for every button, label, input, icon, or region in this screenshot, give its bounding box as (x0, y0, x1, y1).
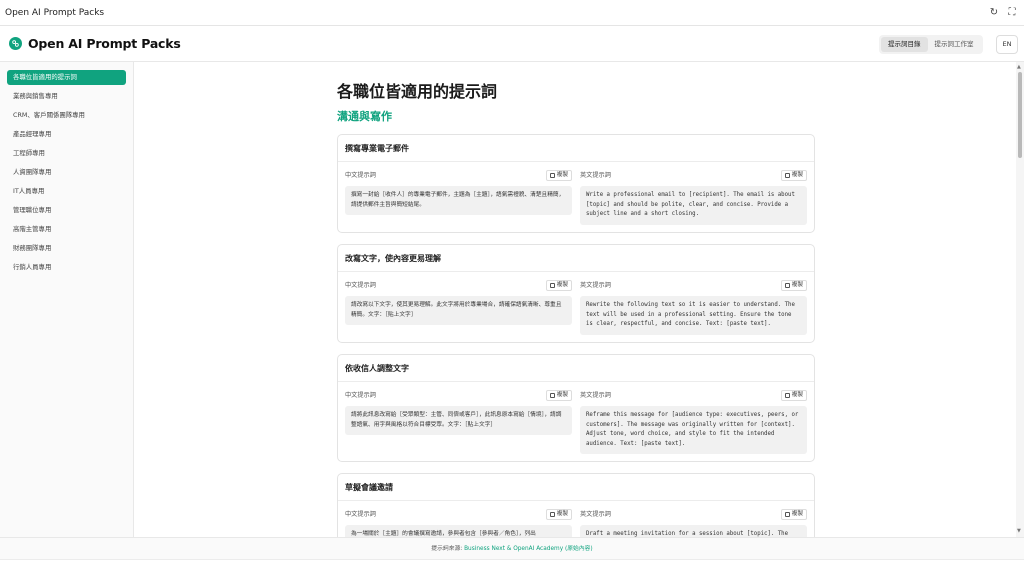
zh-prompt-text: 請將此訊息改寫給［受眾類型：主管、同儕或客戶］，此訊息原本寫給［情境］，請調整語… (345, 406, 572, 436)
copy-zh-button[interactable]: 複製 (545, 509, 572, 520)
zh-prompt-column: 中文提示詞 複製 請將此訊息改寫給［受眾類型：主管、同儕或客戶］，此訊息原本寫給… (345, 390, 572, 436)
zh-prompt-text: 為一場關於［主題］的會議撰寫邀請，參與者包含［參與者／角色］，列出 (345, 525, 572, 537)
en-prompt-column: 英文提示詞 複製 Reframe this message for [audie… (580, 390, 807, 455)
window-title: Open AI Prompt Packs (5, 7, 105, 18)
bottom-strip (0, 559, 1024, 576)
sidebar-item-sales[interactable]: 業務與銷售專用 (7, 89, 126, 104)
prompt-card: 草擬會議邀請 中文提示詞 複製 為一場關於［主題］的會議撰寫邀請，參與者包含［參… (337, 473, 815, 537)
prompt-card: 撰寫專業電子郵件 中文提示詞 複製 撰寫一封給［收件人］的專業電子郵件，主題為［… (337, 134, 815, 233)
fullscreen-icon[interactable]: ⛶ (1006, 7, 1018, 19)
en-prompt-text: Rewrite the following text so it is easi… (580, 296, 807, 335)
zh-label: 中文提示詞 (345, 282, 376, 289)
main-scrollbar[interactable]: ▲ ▼ (1016, 62, 1024, 537)
sidebar-item-management[interactable]: 管理職位專用 (7, 203, 126, 218)
scroll-thumb[interactable] (1018, 72, 1022, 158)
card-title: 草擬會議邀請 (338, 474, 814, 501)
footer-source-label: 提示詞來源: (431, 546, 465, 552)
en-label: 英文提示詞 (580, 282, 611, 289)
reload-icon[interactable]: ↻ (988, 7, 1000, 19)
prompt-card: 改寫文字，使內容更易理解 中文提示詞 複製 請改寫以下文字，使其更易理解。此文字… (337, 244, 815, 343)
window-titlebar: Open AI Prompt Packs ↻ ⛶ (0, 0, 1024, 26)
en-prompt-text: Reframe this message for [audience type:… (580, 406, 807, 455)
zh-prompt-text: 請改寫以下文字，使其更易理解。此文字將用於專業場合，請確保語氣清晰、尊重且精簡。… (345, 296, 572, 326)
sidebar: 各職位皆適用的提示詞 業務與銷售專用 CRM、客戶關係團隊專用 產品經理專用 工… (0, 62, 134, 537)
scroll-down-icon[interactable]: ▼ (1017, 528, 1021, 534)
scroll-up-icon[interactable]: ▲ (1017, 64, 1021, 70)
openai-logo-icon (9, 37, 22, 50)
card-title: 撰寫專業電子郵件 (338, 135, 814, 162)
copy-icon (784, 512, 790, 517)
en-prompt-text: Draft a meeting invitation for a session… (580, 525, 807, 537)
language-toggle-button[interactable]: EN (996, 35, 1018, 54)
sidebar-item-it[interactable]: IT人員專用 (7, 184, 126, 199)
zh-label: 中文提示詞 (345, 511, 376, 518)
prompt-card: 依收信人調整文字 中文提示詞 複製 請將此訊息改寫給［受眾類型：主管、同儕或客戶… (337, 354, 815, 462)
section-title: 溝通與寫作 (337, 110, 392, 123)
copy-en-button[interactable]: 複製 (780, 509, 807, 520)
app-brand: Open AI Prompt Packs (28, 36, 181, 51)
app-header: Open AI Prompt Packs 提示詞目錄 提示詞工作室 EN (0, 26, 1024, 62)
sidebar-item-hr[interactable]: 人資團隊專用 (7, 165, 126, 180)
zh-prompt-column: 中文提示詞 複製 請改寫以下文字，使其更易理解。此文字將用於專業場合，請確保語氣… (345, 280, 572, 326)
zh-label: 中文提示詞 (345, 392, 376, 399)
copy-icon (549, 393, 555, 398)
sidebar-item-product-manager[interactable]: 產品經理專用 (7, 127, 126, 142)
en-label: 英文提示詞 (580, 172, 611, 179)
copy-icon (784, 393, 790, 398)
tab-prompt-catalog[interactable]: 提示詞目錄 (881, 37, 928, 52)
copy-zh-button[interactable]: 複製 (545, 170, 572, 181)
copy-en-button[interactable]: 複製 (780, 170, 807, 181)
main-content: 各職位皆適用的提示詞 溝通與寫作 撰寫專業電子郵件 中文提示詞 複製 撰寫一封給… (135, 62, 1016, 537)
copy-zh-button[interactable]: 複製 (545, 390, 572, 401)
en-prompt-column: 英文提示詞 複製 Draft a meeting invitation for … (580, 509, 807, 537)
card-title: 改寫文字，使內容更易理解 (338, 245, 814, 272)
zh-prompt-text: 撰寫一封給［收件人］的專業電子郵件，主題為［主題］，語氣需禮貌、清楚且精簡，請提… (345, 186, 572, 216)
copy-icon (549, 283, 555, 288)
sidebar-item-finance[interactable]: 財務團隊專用 (7, 241, 126, 256)
sidebar-item-executive[interactable]: 高階主管專用 (7, 222, 126, 237)
copy-icon (784, 173, 790, 178)
copy-icon (784, 283, 790, 288)
zh-prompt-column: 中文提示詞 複製 為一場關於［主題］的會議撰寫邀請，參與者包含［參與者／角色］，… (345, 509, 572, 537)
footer-source-link[interactable]: Business Next & OpenAI Academy (原始內容) (464, 546, 593, 552)
zh-label: 中文提示詞 (345, 172, 376, 179)
copy-en-button[interactable]: 複製 (780, 280, 807, 291)
copy-icon (549, 173, 555, 178)
en-label: 英文提示詞 (580, 511, 611, 518)
sidebar-item-crm[interactable]: CRM、客戶關係團隊專用 (7, 108, 126, 123)
page-title: 各職位皆適用的提示詞 (337, 82, 498, 101)
en-prompt-column: 英文提示詞 複製 Write a professional email to [… (580, 170, 807, 225)
en-label: 英文提示詞 (580, 392, 611, 399)
card-title: 依收信人調整文字 (338, 355, 814, 382)
tab-prompt-studio[interactable]: 提示詞工作室 (928, 37, 981, 52)
sidebar-item-all-roles[interactable]: 各職位皆適用的提示詞 (7, 70, 126, 85)
copy-icon (549, 512, 555, 517)
copy-en-button[interactable]: 複製 (780, 390, 807, 401)
view-switcher: 提示詞目錄 提示詞工作室 (879, 35, 983, 54)
sidebar-item-engineer[interactable]: 工程師專用 (7, 146, 126, 161)
copy-zh-button[interactable]: 複製 (545, 280, 572, 291)
zh-prompt-column: 中文提示詞 複製 撰寫一封給［收件人］的專業電子郵件，主題為［主題］，語氣需禮貌… (345, 170, 572, 216)
sidebar-item-marketing[interactable]: 行銷人員專用 (7, 260, 126, 275)
footer: 提示詞來源: Business Next & OpenAI Academy (原… (0, 537, 1024, 559)
en-prompt-column: 英文提示詞 複製 Rewrite the following text so i… (580, 280, 807, 335)
en-prompt-text: Write a professional email to [recipient… (580, 186, 807, 225)
